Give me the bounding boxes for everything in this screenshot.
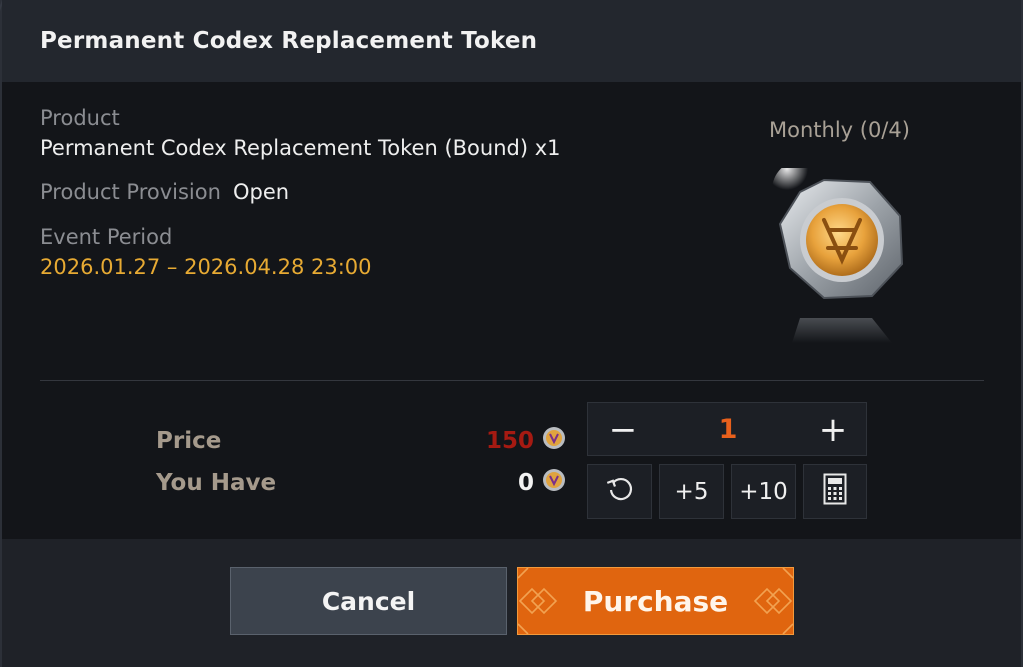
calculator-icon	[823, 473, 847, 511]
cancel-button[interactable]: Cancel	[230, 567, 507, 635]
plus5-button[interactable]: +5	[659, 464, 724, 519]
section-divider	[40, 380, 984, 381]
price-value: 150	[485, 428, 534, 454]
quantity-stepper: − 1 +	[587, 402, 867, 456]
button-ornament-left	[518, 568, 558, 634]
reset-button[interactable]	[587, 464, 652, 519]
purchase-button-label: Purchase	[582, 584, 729, 618]
decrease-button[interactable]: −	[588, 403, 658, 457]
increase-button[interactable]: +	[798, 403, 868, 457]
product-label: Product	[40, 106, 120, 130]
provision-value: Open	[233, 180, 290, 204]
dialog-title: Permanent Codex Replacement Token	[40, 28, 538, 54]
dialog-header: Permanent Codex Replacement Token	[2, 0, 1021, 82]
monthly-limit: Monthly (0/4)	[769, 118, 910, 142]
calculator-button[interactable]	[803, 464, 867, 519]
provision-label: Product Provision	[40, 180, 221, 204]
event-period-label: Event Period	[40, 225, 173, 249]
cancel-button-label: Cancel	[321, 586, 416, 616]
currency-coin-icon	[542, 426, 566, 450]
quantity-value[interactable]: 1	[658, 403, 798, 455]
purchase-button[interactable]: Purchase	[517, 567, 794, 635]
minus-icon: −	[608, 410, 638, 450]
dialog-footer	[2, 539, 1021, 667]
currency-coin-icon	[542, 468, 566, 492]
product-value: Permanent Codex Replacement Token (Bound…	[40, 136, 561, 160]
price-label: Price	[156, 428, 222, 454]
plus-icon: +	[818, 410, 848, 450]
plus10-button[interactable]: +10	[731, 464, 796, 519]
event-period-value: 2026.01.27 – 2026.04.28 23:00	[40, 255, 372, 279]
purchase-dialog: Permanent Codex Replacement Token Produc…	[0, 0, 1023, 667]
button-ornament-right	[753, 568, 793, 634]
you-have-value: 0	[517, 470, 534, 496]
reset-icon	[605, 474, 635, 510]
you-have-label: You Have	[156, 470, 277, 496]
token-coin-icon	[772, 160, 912, 368]
